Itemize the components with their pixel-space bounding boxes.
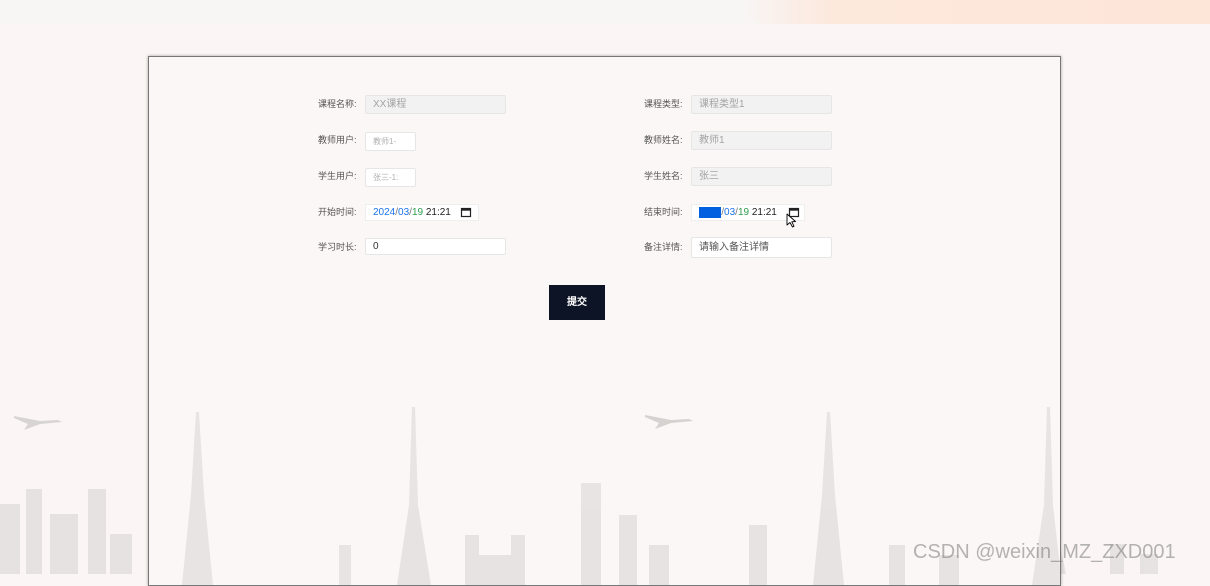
remarks-label: 备注详情: [644,242,683,252]
end-time-month: 03 [724,207,736,218]
start-time-label: 开始时间: [318,207,357,217]
study-duration-label: 学习时长: [318,242,357,252]
study-duration-input[interactable]: 0 [365,238,506,255]
course-name-label: 课程名称: [318,99,357,109]
end-time-clock: 21:21 [751,207,777,218]
start-time-clock: 21:21 [425,207,451,218]
start-time-input[interactable]: 2024/03/19 21:21 [365,204,479,221]
start-time-day: 19 [411,207,424,218]
end-time-label: 结束时间: [644,207,683,217]
teacher-name-field[interactable]: 教师1 [691,131,832,150]
start-time-month: 03 [398,207,410,218]
remarks-input[interactable]: 请输入备注详情 [691,237,832,258]
start-time-year: 2024 [373,207,396,218]
student-name-field[interactable]: 张三 [691,167,832,186]
mouse-pointer-icon [786,213,796,228]
form-panel: 课程名称: XX课程 教师用户: 教师1- 学生用户: 张三-1: 开始时间: … [148,56,1061,586]
course-type-label: 课程类型: [644,99,683,109]
course-name-field[interactable]: XX课程 [365,95,506,114]
student-name-label: 学生姓名: [644,171,683,181]
top-bar [0,0,1210,24]
teacher-user-label: 教师用户: [318,135,357,145]
calendar-icon[interactable] [460,207,472,218]
submit-button[interactable]: 提交 [549,285,605,320]
end-time-year-selected: 2024 [699,207,722,218]
top-bar-accent [740,0,1210,24]
teacher-name-label: 教师姓名: [644,135,683,145]
end-time-day: 19 [737,207,750,218]
csdn-watermark: CSDN @weixin_MZ_ZXD001 [913,541,1176,563]
teacher-user-select[interactable]: 教师1- [365,132,416,151]
student-user-label: 学生用户: [318,171,357,181]
student-user-select[interactable]: 张三-1: [365,168,416,187]
course-type-field[interactable]: 课程类型1 [691,95,832,114]
